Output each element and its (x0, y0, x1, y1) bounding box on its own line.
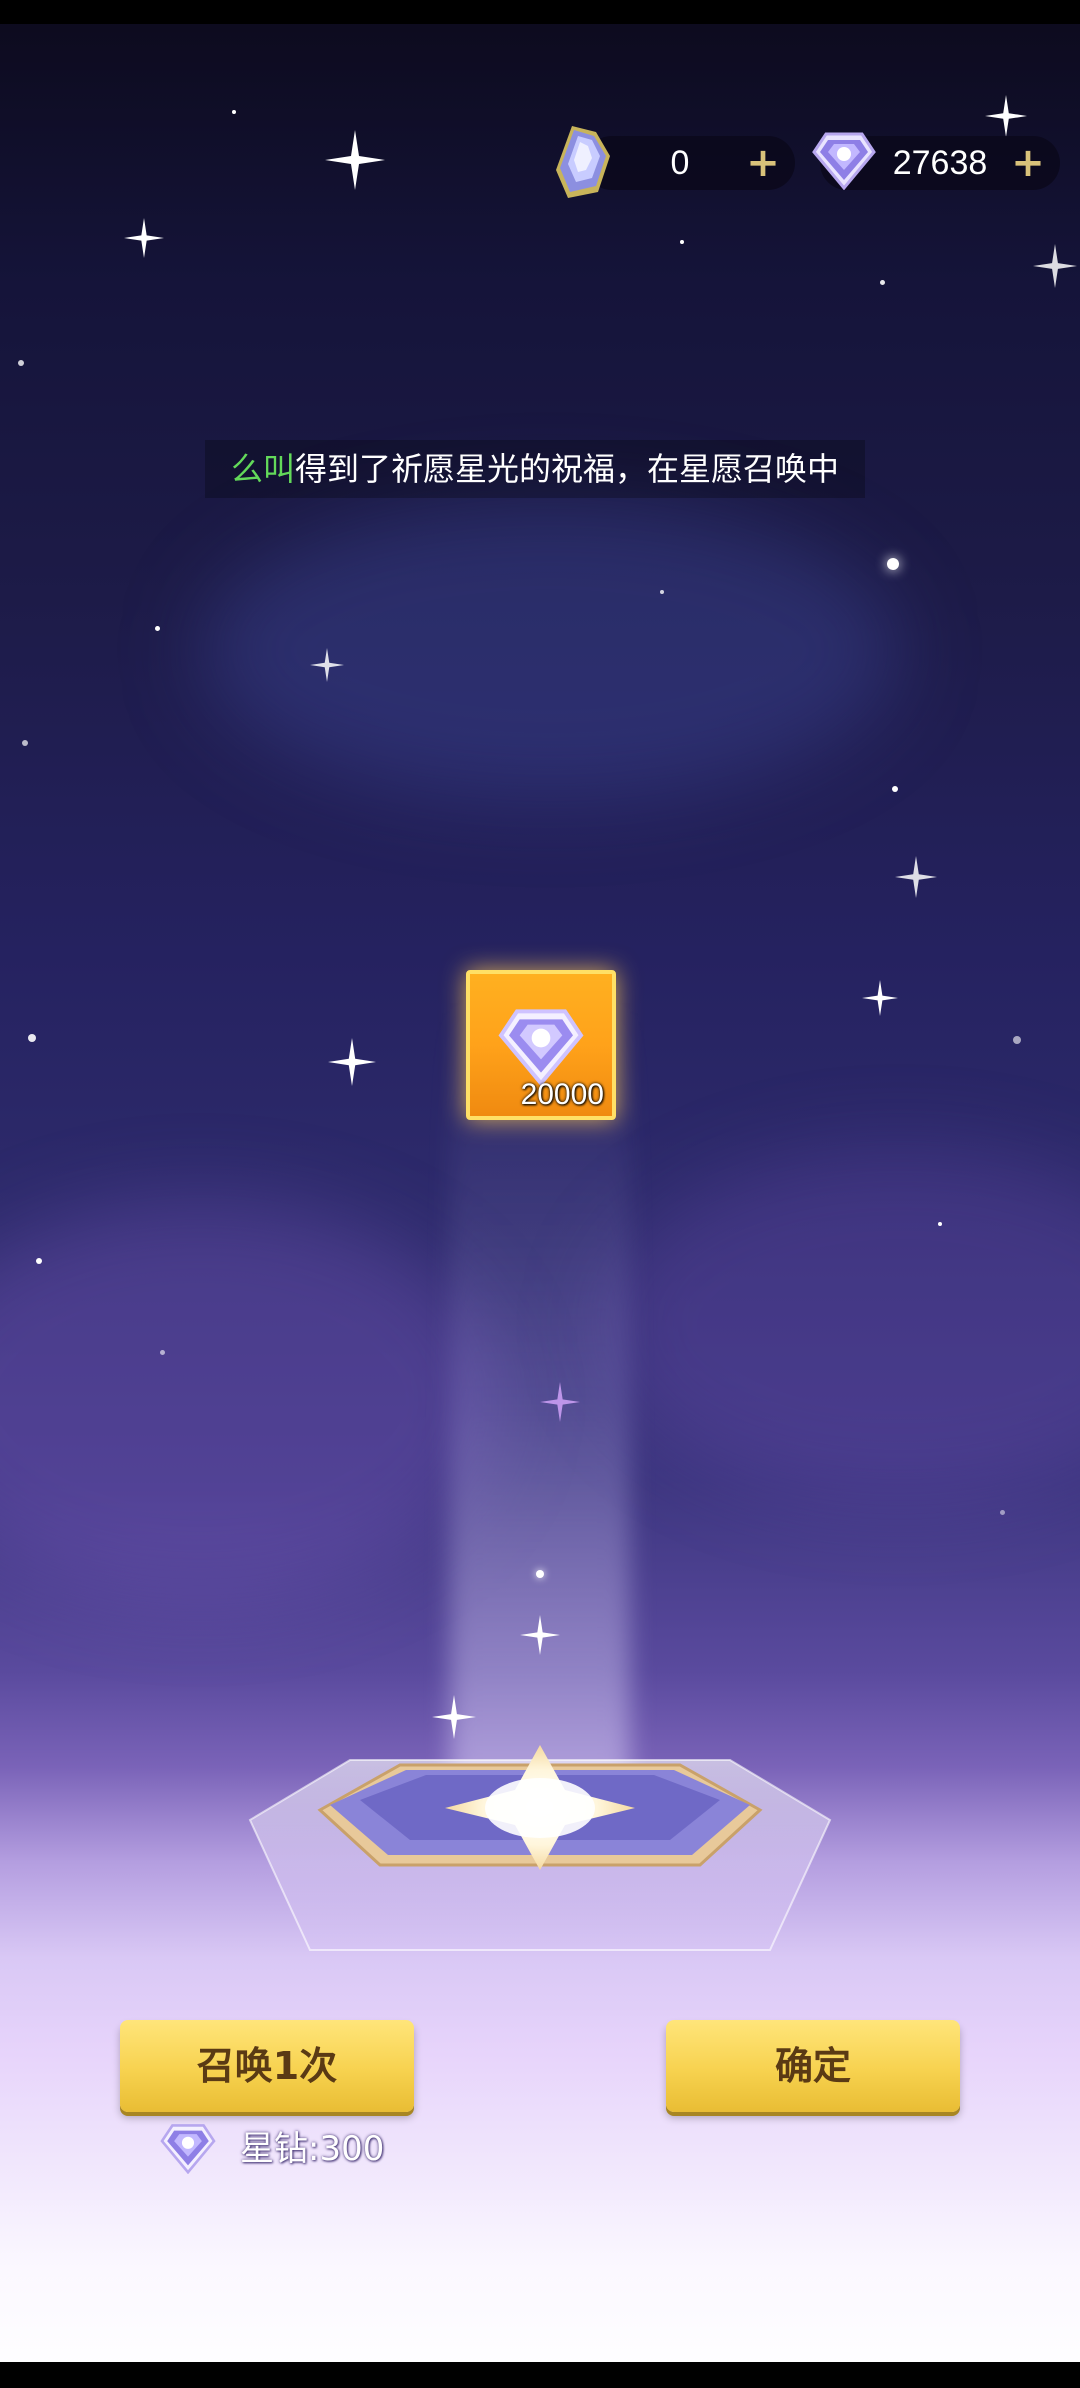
wish-crystal-counter: 0 + (585, 136, 795, 190)
reward-item[interactable]: 20000 (466, 970, 616, 1120)
star (28, 1034, 36, 1042)
nebula-glow (200, 500, 900, 800)
nebula-glow (0, 1200, 500, 1600)
wish-crystal-value: 0 (670, 144, 690, 182)
summon-altar (248, 1745, 832, 1951)
reward-amount: 20000 (520, 1078, 604, 1111)
blessing-text: 得到了祈愿星光的祝福，在星愿召唤中 (295, 450, 840, 488)
sparkle-star (124, 218, 164, 258)
sparkle-star (862, 980, 898, 1016)
sparkle-star (328, 1038, 376, 1086)
sparkle-star (985, 95, 1027, 137)
sparkle-star (1033, 244, 1077, 288)
confirm-button[interactable]: 确定 (666, 2020, 960, 2112)
add-wish-crystal-button[interactable]: + (745, 143, 781, 183)
sparkle-star (520, 1615, 560, 1655)
player-name: 么叫 (230, 450, 295, 488)
star (18, 360, 24, 366)
summon-result-screen: 0 + 27638 + 么叫得到了祈愿星光的祝福，在星愿召唤中 20000 召唤… (0, 0, 1080, 2388)
star (1000, 1510, 1005, 1515)
purple-crystal-icon (556, 126, 610, 198)
sparkle-star (310, 648, 344, 682)
star (680, 240, 684, 244)
star (536, 1570, 544, 1578)
star (22, 740, 28, 746)
sparkle-star (895, 856, 937, 898)
diamond-icon (812, 132, 876, 190)
sparkle-star (325, 130, 385, 190)
summon-cost: 星钻:300 (240, 2129, 385, 2169)
sparkle-star (540, 1382, 580, 1422)
star (892, 786, 898, 792)
star (160, 1350, 165, 1355)
nebula-glow (600, 1150, 1080, 1500)
star (938, 1222, 942, 1226)
blessing-message: 么叫得到了祈愿星光的祝福，在星愿召唤中 (205, 440, 865, 498)
star (36, 1258, 42, 1264)
star (232, 110, 236, 114)
navigation-bar (0, 2362, 1080, 2388)
add-star-diamond-button[interactable]: + (1010, 143, 1046, 183)
diamond-icon (498, 1009, 584, 1086)
status-bar (0, 0, 1080, 24)
star (887, 558, 899, 570)
summon-once-button[interactable]: 召唤1次 (120, 2020, 414, 2112)
star (660, 590, 664, 594)
star-diamond-value: 27638 (892, 144, 988, 182)
diamond-icon (160, 2124, 216, 2174)
star (880, 280, 885, 285)
star (155, 626, 160, 631)
star (1013, 1036, 1021, 1044)
